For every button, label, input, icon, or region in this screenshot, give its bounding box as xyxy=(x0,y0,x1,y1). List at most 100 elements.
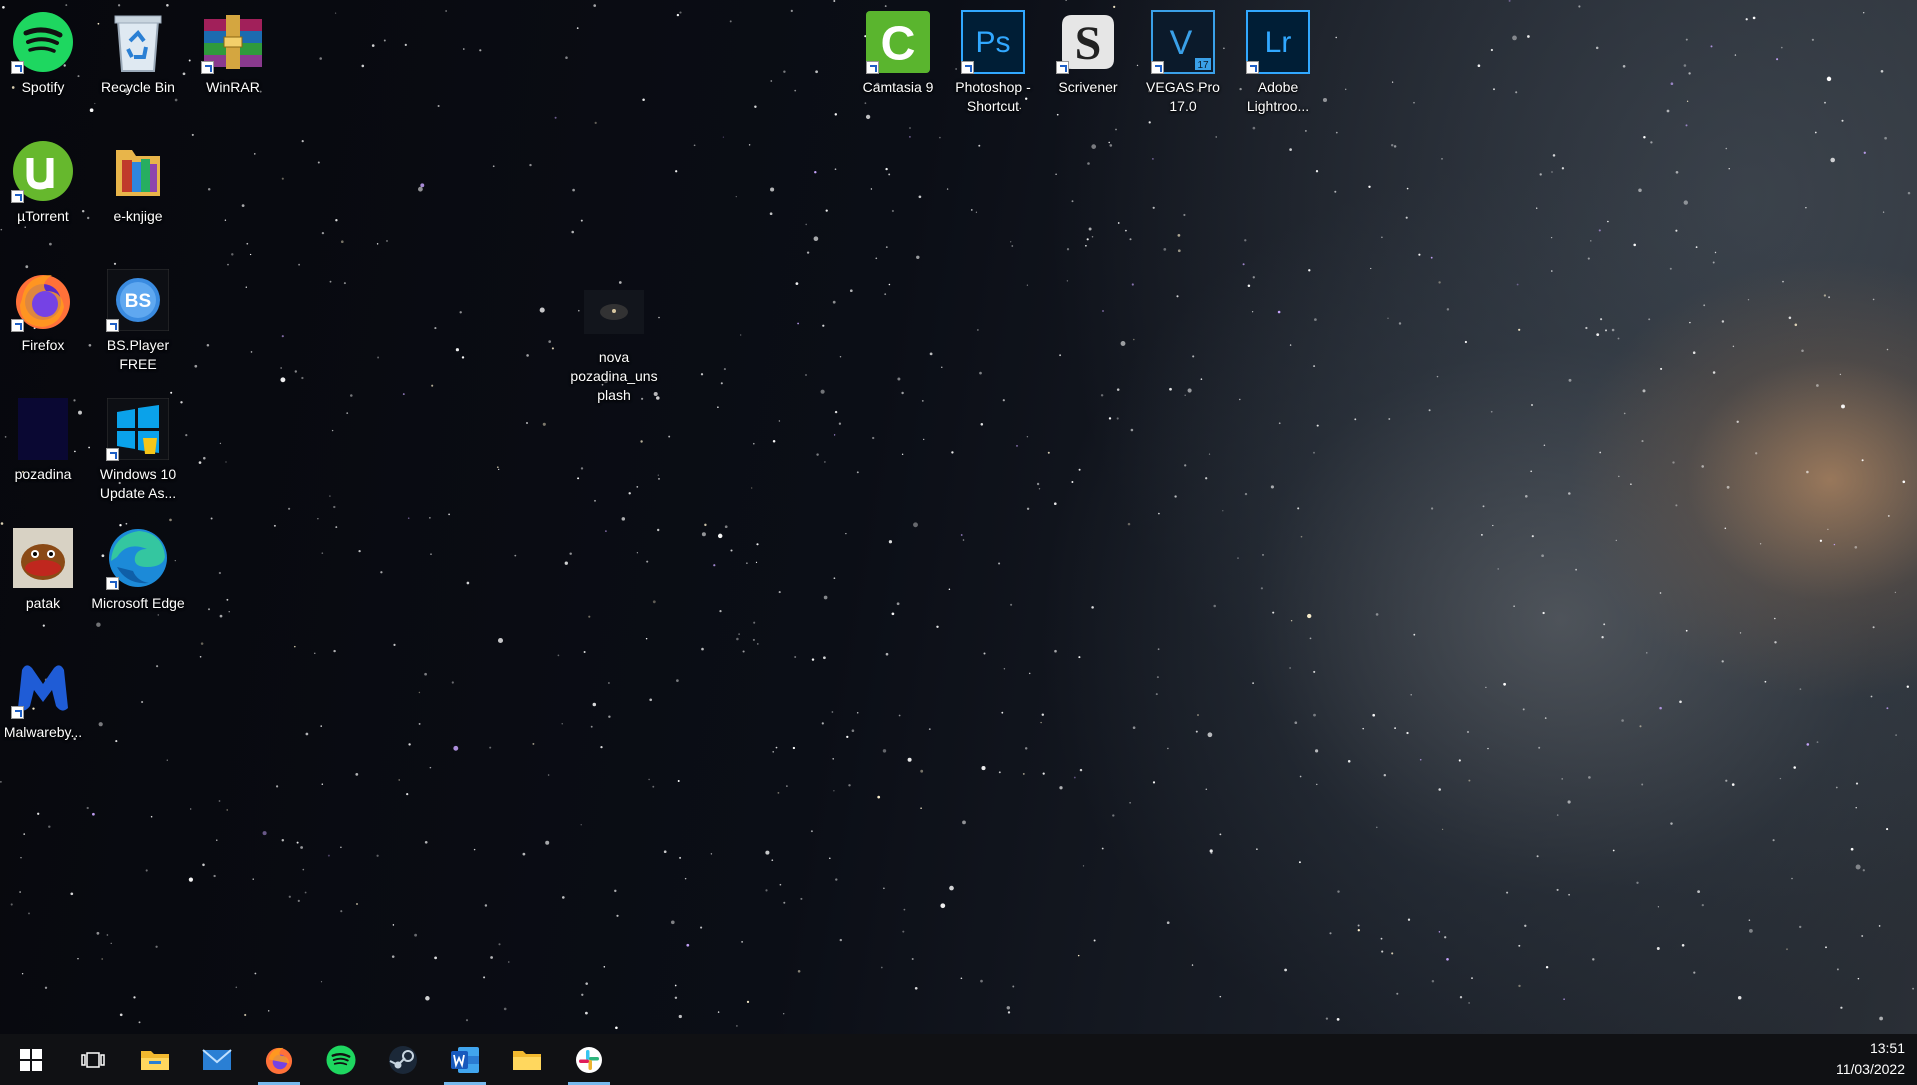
star xyxy=(218,571,222,575)
taskbar-spotify-button[interactable] xyxy=(310,1034,372,1085)
star xyxy=(226,809,228,811)
taskbar-steam-button[interactable] xyxy=(372,1034,434,1085)
desktop-icon-vegas-pro[interactable]: V 17 VEGAS Pro 17.0 xyxy=(1136,10,1230,116)
star xyxy=(1370,267,1372,270)
star xyxy=(740,334,742,336)
star xyxy=(1824,101,1826,104)
star xyxy=(1721,660,1724,663)
star xyxy=(294,645,296,648)
svg-text:Lr: Lr xyxy=(1265,26,1292,59)
desktop-icon-winrar[interactable]: WinRAR xyxy=(186,10,280,97)
desktop-icon-photoshop[interactable]: Ps Photoshop - Shortcut xyxy=(946,10,1040,116)
star xyxy=(331,429,334,432)
shortcut-arrow-icon xyxy=(961,61,974,74)
star xyxy=(355,773,359,776)
star xyxy=(1438,931,1441,933)
desktop-icon-e-knjige[interactable]: e-knjige xyxy=(91,139,185,226)
star xyxy=(779,883,782,886)
desktop-icon-recycle-bin[interactable]: Recycle Bin xyxy=(91,10,185,97)
star xyxy=(1685,38,1688,41)
desktop-icon-lightroom[interactable]: Lr Adobe Lightroo... xyxy=(1231,10,1325,116)
desktop-icon-edge[interactable]: Microsoft Edge xyxy=(91,526,185,613)
star xyxy=(1855,807,1857,809)
star xyxy=(1612,849,1615,852)
desktop-icon-bsplayer[interactable]: BS BS.Player FREE xyxy=(91,268,185,374)
star xyxy=(1886,707,1889,710)
desktop-icon-utorrent[interactable]: µTorrent xyxy=(0,139,90,226)
taskbar-task-view-button[interactable] xyxy=(62,1034,124,1085)
star xyxy=(1595,46,1599,50)
star xyxy=(1391,81,1394,83)
star xyxy=(1222,510,1224,512)
star xyxy=(1688,72,1691,75)
star xyxy=(65,4,68,7)
taskbar-mail-button[interactable] xyxy=(186,1034,248,1085)
desktop-icon-patak[interactable]: patak xyxy=(0,526,90,613)
star xyxy=(1129,238,1132,241)
star xyxy=(1814,131,1817,134)
star xyxy=(1209,849,1213,853)
star xyxy=(1065,0,1067,1)
star xyxy=(778,591,781,594)
star xyxy=(1398,322,1402,325)
star xyxy=(901,453,904,456)
taskbar-file-explorer-button[interactable] xyxy=(124,1034,186,1085)
star xyxy=(1100,394,1104,397)
star xyxy=(1244,492,1248,496)
star xyxy=(1650,141,1653,144)
star xyxy=(1745,18,1748,21)
star xyxy=(1116,417,1119,420)
star xyxy=(542,422,546,426)
star xyxy=(838,422,842,425)
star xyxy=(514,554,517,557)
star xyxy=(814,170,817,174)
star xyxy=(1242,263,1245,266)
star xyxy=(94,102,96,105)
star xyxy=(20,857,22,859)
desktop-icon-malwarebytes[interactable]: Malwareby... xyxy=(0,655,90,742)
desktop-icon-pozadina[interactable]: pozadina xyxy=(0,397,90,484)
desktop-icon-scrivener[interactable]: S Scrivener xyxy=(1041,10,1135,97)
star xyxy=(1819,539,1823,542)
star xyxy=(508,961,510,963)
star xyxy=(429,517,431,519)
star xyxy=(823,656,826,660)
desktop-icon-nova-pozadina[interactable]: nova pozadina_unsplash xyxy=(567,280,661,405)
desktop[interactable]: Spotify Recycle Bin WinRAR µTorrent e-kn… xyxy=(0,0,1917,1034)
star xyxy=(628,492,631,495)
star xyxy=(1863,12,1865,14)
taskbar-slack-button[interactable] xyxy=(558,1034,620,1085)
star xyxy=(489,746,492,749)
taskbar-clock[interactable]: 13:51 11/03/2022 xyxy=(1836,1038,1905,1080)
star xyxy=(608,715,611,718)
star xyxy=(1870,695,1873,698)
star xyxy=(1079,768,1083,772)
star xyxy=(583,651,586,653)
star xyxy=(92,812,95,816)
taskbar-folder-button[interactable] xyxy=(496,1034,558,1085)
star xyxy=(327,854,330,857)
star xyxy=(903,908,906,911)
star xyxy=(459,311,462,314)
desktop-icon-firefox[interactable]: Firefox xyxy=(0,268,90,355)
star xyxy=(616,914,619,917)
star xyxy=(462,48,465,50)
taskbar-word-button[interactable] xyxy=(434,1034,496,1085)
taskbar-firefox-button[interactable] xyxy=(248,1034,310,1085)
star xyxy=(1568,492,1571,495)
star xyxy=(810,830,813,833)
desktop-icon-windows-update[interactable]: Windows 10 Update As... xyxy=(91,397,185,503)
star xyxy=(1413,633,1416,636)
taskbar-start-button[interactable] xyxy=(0,1034,62,1085)
desktop-icon-label: Malwareby... xyxy=(3,724,83,740)
star xyxy=(1884,136,1887,140)
star xyxy=(1071,481,1074,483)
star xyxy=(1670,82,1674,86)
star xyxy=(1482,505,1485,508)
star xyxy=(1703,304,1706,307)
star xyxy=(19,891,21,893)
desktop-icon-camtasia[interactable]: C Camtasia 9 xyxy=(851,10,945,97)
star xyxy=(1055,173,1057,175)
star xyxy=(833,790,835,792)
desktop-icon-spotify[interactable]: Spotify xyxy=(0,10,90,97)
